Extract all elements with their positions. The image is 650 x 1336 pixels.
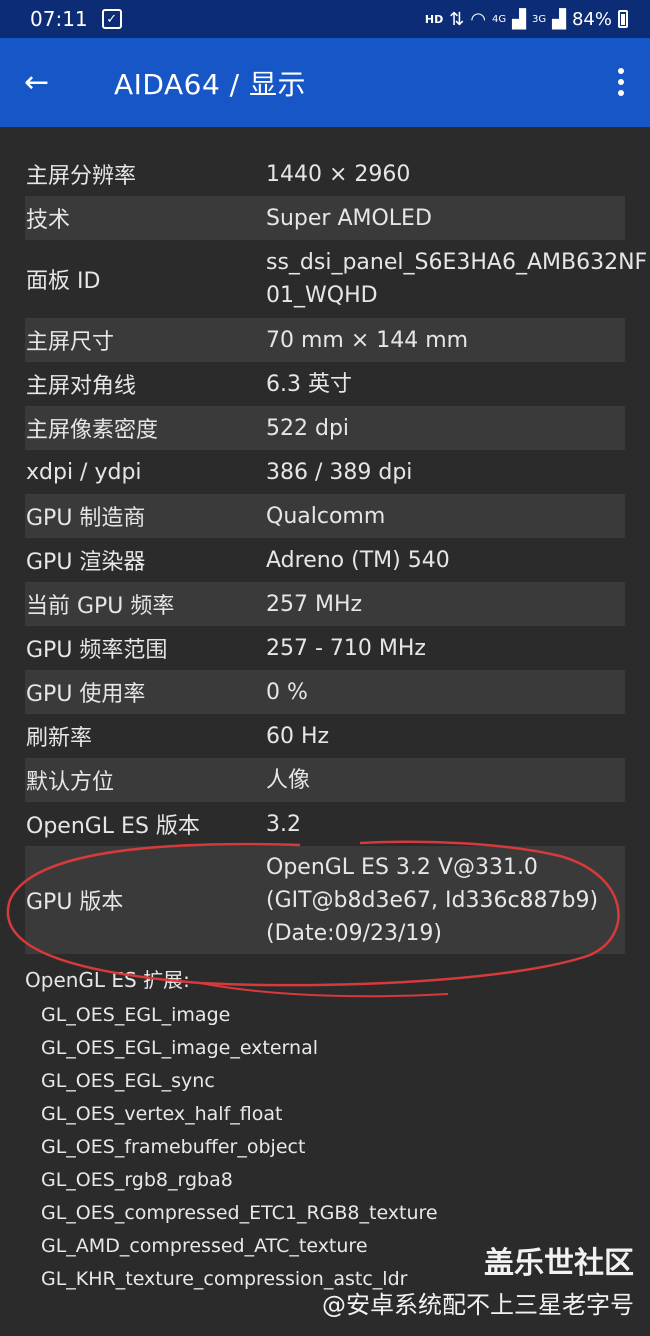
info-value: 人像 xyxy=(266,764,616,797)
info-value: OpenGL ES 3.2 V@331.0 (GIT@b8d3e67, Id336… xyxy=(266,851,616,950)
info-value: 60 Hz xyxy=(266,720,616,753)
extension-item: GL_OES_framebuffer_object xyxy=(41,1136,306,1158)
info-label: GPU 渲染器 xyxy=(26,550,146,575)
watermark-title: 盖乐世社区 xyxy=(484,1246,634,1281)
page-title: AIDA64 / 显示 xyxy=(114,67,306,101)
extension-item: GL_OES_vertex_half_float xyxy=(41,1103,283,1125)
hd-voice-icon: HD xyxy=(424,12,444,26)
info-value: Qualcomm xyxy=(266,500,616,533)
extension-item: GL_OES_rgb8_rgba8 xyxy=(41,1169,233,1191)
info-value: 6.3 英寸 xyxy=(266,368,616,401)
info-value-line: Adreno (TM) 540 xyxy=(266,547,450,573)
info-value-line: 522 dpi xyxy=(266,415,350,441)
info-row: GPU 使用率 0 % xyxy=(25,670,625,714)
extension-item: GL_OES_EGL_image xyxy=(41,1004,231,1026)
info-value: Super AMOLED xyxy=(266,202,616,235)
info-label: 默认方位 xyxy=(26,770,115,795)
info-value-line: (GIT@b8d3e67, Id336c887b9) xyxy=(266,887,599,913)
info-label: GPU 频率范围 xyxy=(26,638,168,663)
info-value-line: 257 - 710 MHz xyxy=(266,635,426,661)
info-value: ss_dsi_panel_S6E3HA6_AMB632NF 01_WQHD xyxy=(266,246,648,312)
info-row: OpenGL ES 版本 3.2 xyxy=(25,802,625,846)
info-row: 主屏像素密度 522 dpi xyxy=(25,406,625,450)
info-value-line: (Date:09/23/19) xyxy=(266,920,442,946)
network-type-1: 4G xyxy=(492,13,507,25)
info-value-line: 257 MHz xyxy=(266,591,363,617)
back-arrow-icon[interactable]: ← xyxy=(24,67,80,98)
info-label: 主屏尺寸 xyxy=(26,330,115,355)
info-value: 70 mm × 144 mm xyxy=(266,324,616,357)
info-label: 当前 GPU 频率 xyxy=(26,594,175,619)
status-time: 07:11 xyxy=(30,7,88,31)
info-row: xdpi / ydpi 386 / 389 dpi xyxy=(25,450,625,494)
info-value-line: 01_WQHD xyxy=(266,283,378,308)
info-value-line: OpenGL ES 3.2 V@331.0 xyxy=(266,854,538,880)
extensions-header: OpenGL ES 扩展: xyxy=(25,968,190,992)
info-row: GPU 版本 OpenGL ES 3.2 V@331.0 (GIT@b8d3e67,… xyxy=(25,846,625,954)
info-row: 主屏分辨率 1440 × 2960 xyxy=(25,152,625,196)
info-value-line: 1440 × 2960 xyxy=(266,161,411,187)
network-type-2: 3G xyxy=(532,13,547,25)
extension-item: GL_OES_EGL_image_external xyxy=(41,1037,319,1059)
info-row: GPU 制造商 Qualcomm xyxy=(25,494,625,538)
info-value-line: Super AMOLED xyxy=(266,205,432,231)
info-label: xdpi / ydpi xyxy=(26,459,142,485)
watermark-subtitle: @安卓系统配不上三星老字号 xyxy=(322,1291,634,1319)
extension-item: GL_AMD_compressed_ATC_texture xyxy=(41,1235,368,1257)
info-value-line: 3.2 xyxy=(266,811,301,837)
info-value: 0 % xyxy=(266,676,616,709)
info-label: 主屏分辨率 xyxy=(26,164,137,189)
info-label: 面板 ID xyxy=(26,269,101,294)
extension-item: GL_OES_compressed_ETC1_RGB8_texture xyxy=(41,1202,438,1224)
info-row: 默认方位 人像 xyxy=(25,758,625,802)
info-value: 257 MHz xyxy=(266,588,616,621)
battery-percent: 84% xyxy=(571,8,612,30)
data-transfer-icon: ⇅ xyxy=(449,8,465,30)
info-label: 技术 xyxy=(26,208,71,233)
signal-icon-2: ▟ xyxy=(552,8,566,30)
app-bar: ← AIDA64 / 显示 xyxy=(0,38,650,127)
info-row: 主屏尺寸 70 mm × 144 mm xyxy=(25,318,625,362)
signal-icon-1: ▟ xyxy=(512,8,527,30)
info-value-line: Qualcomm xyxy=(266,503,386,529)
info-label: 刷新率 xyxy=(26,726,93,751)
info-row: 面板 ID ss_dsi_panel_S6E3HA6_AMB632NF 01_WQH… xyxy=(25,240,648,318)
info-value: Adreno (TM) 540 xyxy=(266,544,616,577)
info-value-line: 70 mm × 144 mm xyxy=(266,327,469,353)
info-row: 技术 Super AMOLED xyxy=(25,196,625,240)
wifi-icon: ◠ xyxy=(470,8,487,30)
info-value-line: 人像 xyxy=(266,767,311,793)
info-label: 主屏像素密度 xyxy=(26,418,159,443)
info-value-line: 386 / 389 dpi xyxy=(266,459,413,485)
info-label: GPU 制造商 xyxy=(26,506,146,531)
info-value-line: 6.3 英寸 xyxy=(266,371,352,397)
info-label: 主屏对角线 xyxy=(26,374,137,399)
battery-icon xyxy=(618,10,628,28)
info-value-line: 0 % xyxy=(266,679,308,705)
info-value: 1440 × 2960 xyxy=(266,158,616,191)
info-value: 522 dpi xyxy=(266,412,616,445)
info-value: 257 - 710 MHz xyxy=(266,632,616,665)
info-row: 刷新率 60 Hz xyxy=(25,714,625,758)
info-value: 3.2 xyxy=(266,808,616,841)
info-row: GPU 频率范围 257 - 710 MHz xyxy=(25,626,625,670)
info-row: 主屏对角线 6.3 英寸 xyxy=(25,362,625,406)
info-row: GPU 渲染器 Adreno (TM) 540 xyxy=(25,538,625,582)
info-value: 386 / 389 dpi xyxy=(266,456,616,489)
info-label: OpenGL ES 版本 xyxy=(26,814,200,839)
info-row: 当前 GPU 频率 257 MHz xyxy=(25,582,625,626)
extension-item: GL_OES_EGL_sync xyxy=(41,1070,215,1092)
info-value-line: ss_dsi_panel_S6E3HA6_AMB632NF xyxy=(266,250,648,275)
overflow-menu-icon[interactable] xyxy=(618,68,624,96)
status-bar: 07:11 ✓ HD ⇅ ◠ 4G ▟ 3G ▟ 84% xyxy=(0,0,650,38)
info-label: GPU 使用率 xyxy=(26,682,146,707)
info-value-line: 60 Hz xyxy=(266,723,330,749)
info-label: GPU 版本 xyxy=(26,890,124,915)
checkbox-notification-icon: ✓ xyxy=(101,9,122,29)
